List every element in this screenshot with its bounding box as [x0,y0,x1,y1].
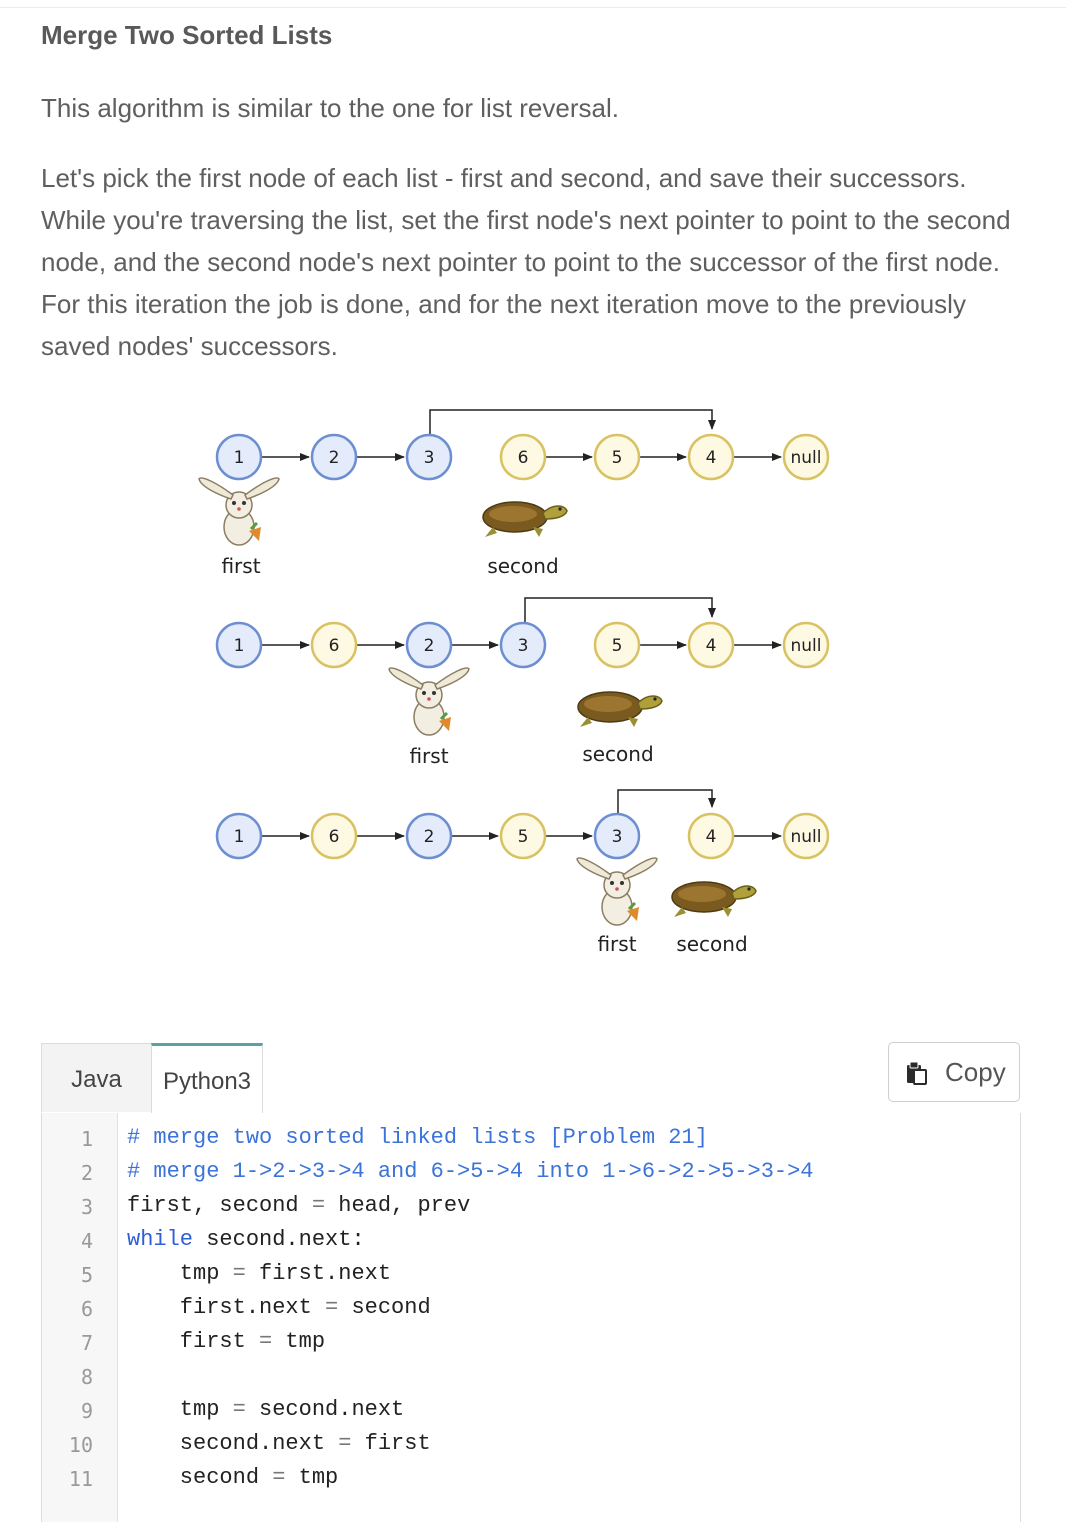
line-number: 11 [68,1467,93,1491]
code-line: tmp = second.next [127,1397,405,1422]
merge-lists-diagram: 1 2 3 6 5 4 null first second 1 6 2 3 5 … [197,409,830,956]
line-number-gutter: 1 2 3 4 5 6 7 8 9 10 11 [42,1113,118,1522]
svg-text:2: 2 [424,827,435,847]
tab-python3[interactable]: Python3 [151,1043,263,1114]
code-line: second.next = first [127,1431,431,1456]
svg-text:3: 3 [518,636,529,656]
svg-text:5: 5 [612,636,623,656]
list-node: 3 [499,621,547,669]
svg-text:3: 3 [612,827,623,847]
line-number: 10 [68,1433,93,1457]
turtle-icon [577,691,663,728]
first-pointer-label: first [221,554,260,578]
line-number: 8 [80,1365,93,1389]
copy-button[interactable]: Copy [888,1042,1020,1102]
svg-text:4: 4 [706,827,717,847]
svg-text:1: 1 [234,448,245,468]
tab-java[interactable]: Java [41,1043,151,1112]
svg-text:6: 6 [518,448,529,468]
diagram-row-1: 1 2 3 6 5 4 null first second [197,409,830,578]
line-number: 6 [80,1297,93,1321]
list-node-null: null [782,621,830,669]
svg-text:null: null [791,827,822,847]
line-number: 5 [80,1263,93,1287]
list-node: 6 [499,433,547,481]
list-node: 4 [687,812,735,860]
svg-text:null: null [791,636,822,656]
section-title: Merge Two Sorted Lists [41,20,333,50]
line-number: 1 [80,1127,93,1151]
rabbit-icon [575,856,659,927]
list-node: 4 [687,433,735,481]
code-line: # merge 1->2->3->4 and 6->5->4 into 1->6… [127,1159,814,1184]
turtle-icon [482,501,568,538]
svg-text:null: null [791,448,822,468]
list-node: 6 [310,812,358,860]
svg-text:5: 5 [518,827,529,847]
svg-text:2: 2 [424,636,435,656]
svg-text:6: 6 [329,636,340,656]
rabbit-icon [197,476,281,547]
line-number: 4 [80,1229,93,1253]
code-line: # merge two sorted linked lists [Problem… [127,1125,708,1150]
code-line: first.next = second [127,1295,431,1320]
second-pointer-label: second [582,742,653,766]
svg-text:4: 4 [706,448,717,468]
first-pointer-label: first [597,932,636,956]
svg-text:1: 1 [234,827,245,847]
list-node-null: null [782,812,830,860]
list-node: 6 [310,621,358,669]
line-number: 3 [80,1195,93,1219]
second-pointer-label: second [676,932,747,956]
list-node: 5 [593,621,641,669]
code-line: second = tmp [127,1465,339,1490]
svg-text:2: 2 [329,448,340,468]
list-node: 5 [499,812,547,860]
copy-label: Copy [945,1057,1006,1087]
svg-text:5: 5 [612,448,623,468]
list-node: 5 [593,433,641,481]
list-node: 3 [405,433,453,481]
list-node: 1 [215,812,263,860]
line-number: 9 [80,1399,93,1423]
list-node: 1 [215,433,263,481]
clipboard-icon [907,1061,927,1085]
intro-paragraph: This algorithm is similar to the one for… [41,93,619,123]
code-editor: 1 2 3 4 5 6 7 8 9 10 11 # merge two sort… [41,1113,1021,1522]
rabbit-icon [387,666,471,737]
list-node: 2 [310,433,358,481]
svg-text:6: 6 [329,827,340,847]
code-line: tmp = first.next [127,1261,392,1286]
diagram-row-2: 1 6 2 3 5 4 null first second [215,597,830,768]
list-node: 2 [405,621,453,669]
second-pointer-label: second [487,554,558,578]
list-node-null: null [782,433,830,481]
line-number: 2 [80,1161,93,1185]
turtle-icon [671,881,757,918]
svg-text:4: 4 [706,636,717,656]
explanation-paragraph: Let's pick the first node of each list -… [41,163,1011,361]
svg-text:3: 3 [424,448,435,468]
diagram-row-3: 1 6 2 5 3 4 null first second [215,789,830,956]
code-line: while second.next: [127,1227,365,1252]
svg-text:1: 1 [234,636,245,656]
top-divider [0,7,1066,8]
code-line: first, second = head, prev [127,1193,471,1218]
code-line: first = tmp [127,1329,326,1354]
list-node: 1 [215,621,263,669]
list-node: 3 [593,812,641,860]
list-node: 4 [687,621,735,669]
line-number: 7 [80,1331,93,1355]
first-pointer-label: first [409,744,448,768]
code-language-tabs: Java Python3 [41,1043,1021,1114]
list-node: 2 [405,812,453,860]
